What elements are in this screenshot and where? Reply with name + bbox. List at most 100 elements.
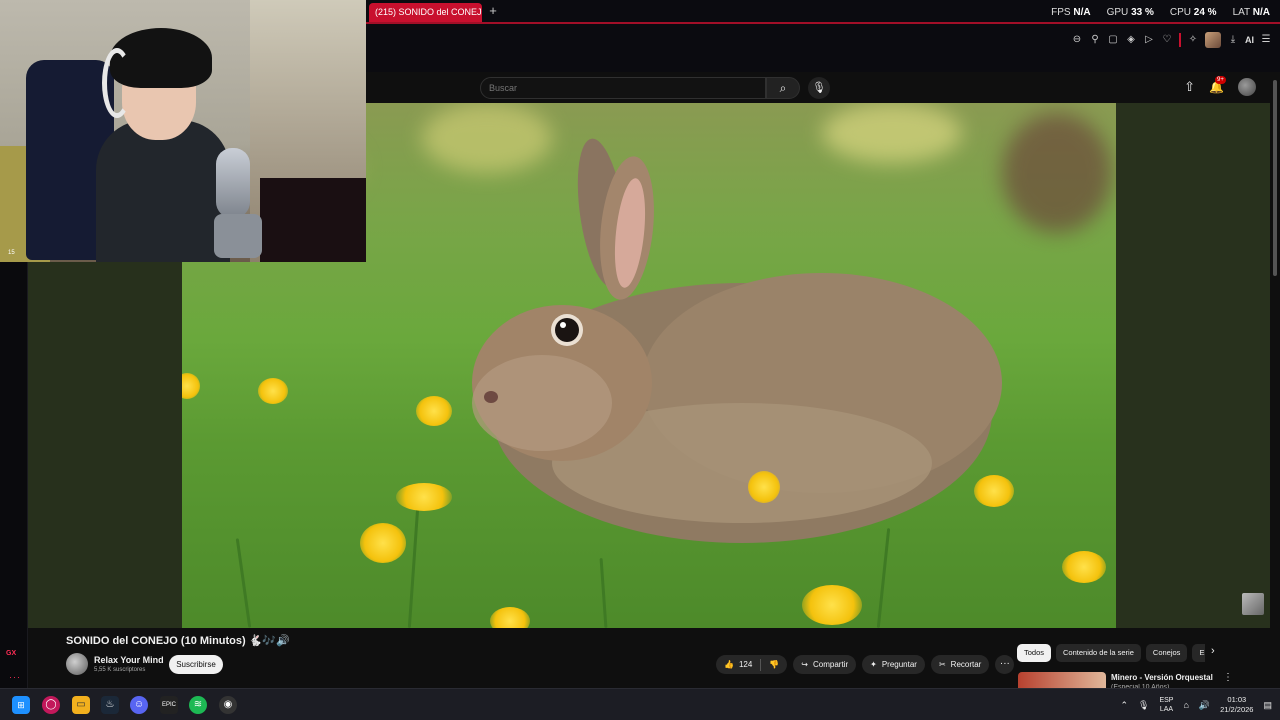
thumbs-up-icon: 👍 <box>724 660 734 669</box>
share-icon: ↪ <box>801 660 808 669</box>
dislike-button[interactable]: 👎 <box>761 655 787 674</box>
upload-icon[interactable]: ⇧ <box>1184 79 1195 95</box>
microphone-stand <box>214 214 262 258</box>
flower <box>974 475 1014 507</box>
ai-button[interactable]: AI <box>1245 35 1254 45</box>
like-count: 124 <box>738 660 753 669</box>
video-ambient-left <box>28 262 182 628</box>
subscribe-button[interactable]: Suscribirse <box>169 655 223 674</box>
channel-subscribers: 5,55 K suscriptores <box>94 667 146 673</box>
recommendation-thumbnail[interactable] <box>1018 672 1106 688</box>
channel-name[interactable]: Relax Your Mind <box>94 655 164 665</box>
clip-label: Recortar <box>950 660 982 669</box>
chip-partial[interactable]: El <box>1192 644 1205 662</box>
menu-icon[interactable]: ☰ <box>1260 34 1272 46</box>
screen: GX ··· (215) SONIDO del CONEJO + FPS N/A… <box>0 0 1280 720</box>
page-scrollbar[interactable] <box>1270 72 1280 688</box>
scrollbar-thumb[interactable] <box>1273 80 1277 276</box>
channel-avatar[interactable] <box>66 653 88 675</box>
file-explorer-icon[interactable]: ▭ <box>72 696 90 714</box>
video-title: SONIDO del CONEJO (10 Minutos) 🐇🎶🔊 <box>66 635 290 647</box>
search-button[interactable]: ⌕ <box>766 77 800 99</box>
chip-series[interactable]: Contenido de la serie <box>1056 644 1141 662</box>
notifications-button[interactable]: 🔔 9+ <box>1209 76 1226 94</box>
scissors-icon: ✂ <box>938 660 946 669</box>
header-actions: ⇧ 🔔 9+ <box>1184 76 1256 96</box>
input-language[interactable]: ESP LAA <box>1159 696 1173 714</box>
youtube-header: ⌕ 🎙 ⇧ 🔔 9+ <box>366 72 1280 103</box>
search-input[interactable] <box>481 78 765 98</box>
windows-start-icon[interactable]: ⊞ <box>12 696 30 714</box>
more-actions-button[interactable]: ··· <box>995 655 1015 674</box>
obs-icon[interactable]: ◉ <box>219 696 237 714</box>
like-dislike-group: 👍 124 👎 <box>716 655 788 674</box>
pin-icon[interactable]: ⚲ <box>1089 34 1101 46</box>
miniplayer-thumbnail[interactable] <box>1242 593 1264 615</box>
stat-cpu: CPU 24 % <box>1169 7 1217 18</box>
flower <box>396 483 452 511</box>
tab-active[interactable]: (215) SONIDO del CONEJO <box>369 3 482 22</box>
webcam-desk <box>260 178 366 262</box>
browser-sidebar: GX ··· <box>0 262 28 688</box>
discord-icon[interactable]: ☺ <box>130 696 148 714</box>
steam-icon[interactable]: ♨ <box>101 696 119 714</box>
voice-search-button[interactable]: 🎙 <box>808 77 830 99</box>
share-button[interactable]: ↪ Compartir <box>793 655 857 674</box>
gx-logo[interactable]: GX <box>6 650 16 657</box>
volume-icon[interactable]: 🔊 <box>1199 700 1210 711</box>
webcam-overlay: 15 <box>0 0 366 262</box>
ask-label: Preguntar <box>881 660 917 669</box>
flower <box>258 378 288 404</box>
download-icon[interactable]: ⤓ <box>1227 34 1239 46</box>
sidebar-more-icon[interactable]: ··· <box>9 672 21 682</box>
streamer-body <box>96 120 230 262</box>
extensions-icon[interactable]: ✧ <box>1187 34 1199 46</box>
microphone-tray-icon[interactable]: 🎙 <box>1138 700 1149 711</box>
notification-center-icon[interactable]: ▤ <box>1263 700 1272 711</box>
new-tab-button[interactable]: + <box>485 3 501 19</box>
stat-lat: LAT N/A <box>1232 7 1270 18</box>
recommendation-chips: Todos Contenido de la serie Conejos El <box>1017 644 1205 662</box>
tab-bar: (215) SONIDO del CONEJO + FPS N/A GPU 33… <box>366 0 1280 24</box>
thumbs-down-icon: 👎 <box>769 660 780 669</box>
search-box <box>480 77 766 99</box>
flower <box>490 607 530 628</box>
heart-icon[interactable]: ♡ <box>1161 34 1173 46</box>
chevron-up-icon[interactable]: ⌃ <box>1120 700 1128 711</box>
flower <box>416 396 452 426</box>
recommendation-title[interactable]: Minero - Versión Orquestal <box>1111 673 1213 682</box>
recommendation-menu-icon[interactable]: ⋮ <box>1223 672 1233 683</box>
flower <box>1062 551 1106 583</box>
clock[interactable]: 01:03 21/2/2026 <box>1220 695 1253 715</box>
hardware-stats: FPS N/A GPU 33 % CPU 24 % LAT N/A <box>1051 7 1270 18</box>
flower <box>360 523 406 563</box>
ask-button[interactable]: ✦ Preguntar <box>862 655 925 674</box>
play-icon[interactable]: ▷ <box>1143 34 1155 46</box>
flower <box>748 471 780 503</box>
clip-button[interactable]: ✂ Recortar <box>930 655 990 674</box>
video-ambient-right <box>1116 103 1270 628</box>
profile-avatar[interactable] <box>1205 32 1221 48</box>
spotify-icon[interactable]: ≋ <box>189 696 207 714</box>
search-icon: ⌕ <box>779 81 787 95</box>
chip-all[interactable]: Todos <box>1017 644 1052 662</box>
headphones <box>102 48 132 118</box>
epic-games-icon[interactable]: EPIC <box>160 696 178 714</box>
account-avatar[interactable] <box>1238 78 1256 96</box>
chip-rabbits[interactable]: Conejos <box>1145 644 1188 662</box>
shield-icon[interactable]: ◈ <box>1125 34 1137 46</box>
snapshot-icon[interactable]: ▢ <box>1107 34 1119 46</box>
browser-toolbar: ⊖ ⚲ ▢ ◈ ▷ ♡ ✧ ⤓ AI ☰ <box>366 24 1280 72</box>
like-button[interactable]: 👍 124 <box>716 655 760 674</box>
toolbar-separator <box>1179 33 1181 47</box>
microphone-icon: 🎙 <box>812 82 826 94</box>
windows-taskbar: ⊞ ◯ ▭ ♨ ☺ EPIC ≋ ◉ ⌃ 🎙 ESP LAA ⌂ 🔊 01:03… <box>0 688 1280 720</box>
network-icon[interactable]: ⌂ <box>1183 700 1188 710</box>
toolbar-icons: ⊖ ⚲ ▢ ◈ ▷ ♡ ✧ ⤓ AI ☰ <box>1071 32 1272 48</box>
chevron-right-icon[interactable]: › <box>1211 645 1215 657</box>
opera-gx-icon[interactable]: ◯ <box>42 696 60 714</box>
sparkle-icon: ✦ <box>870 660 877 669</box>
share-label: Compartir <box>813 660 849 669</box>
system-tray: ⌃ 🎙 ESP LAA ⌂ 🔊 01:03 21/2/2026 ▤ <box>1120 689 1272 720</box>
zoom-out-icon[interactable]: ⊖ <box>1071 34 1083 46</box>
